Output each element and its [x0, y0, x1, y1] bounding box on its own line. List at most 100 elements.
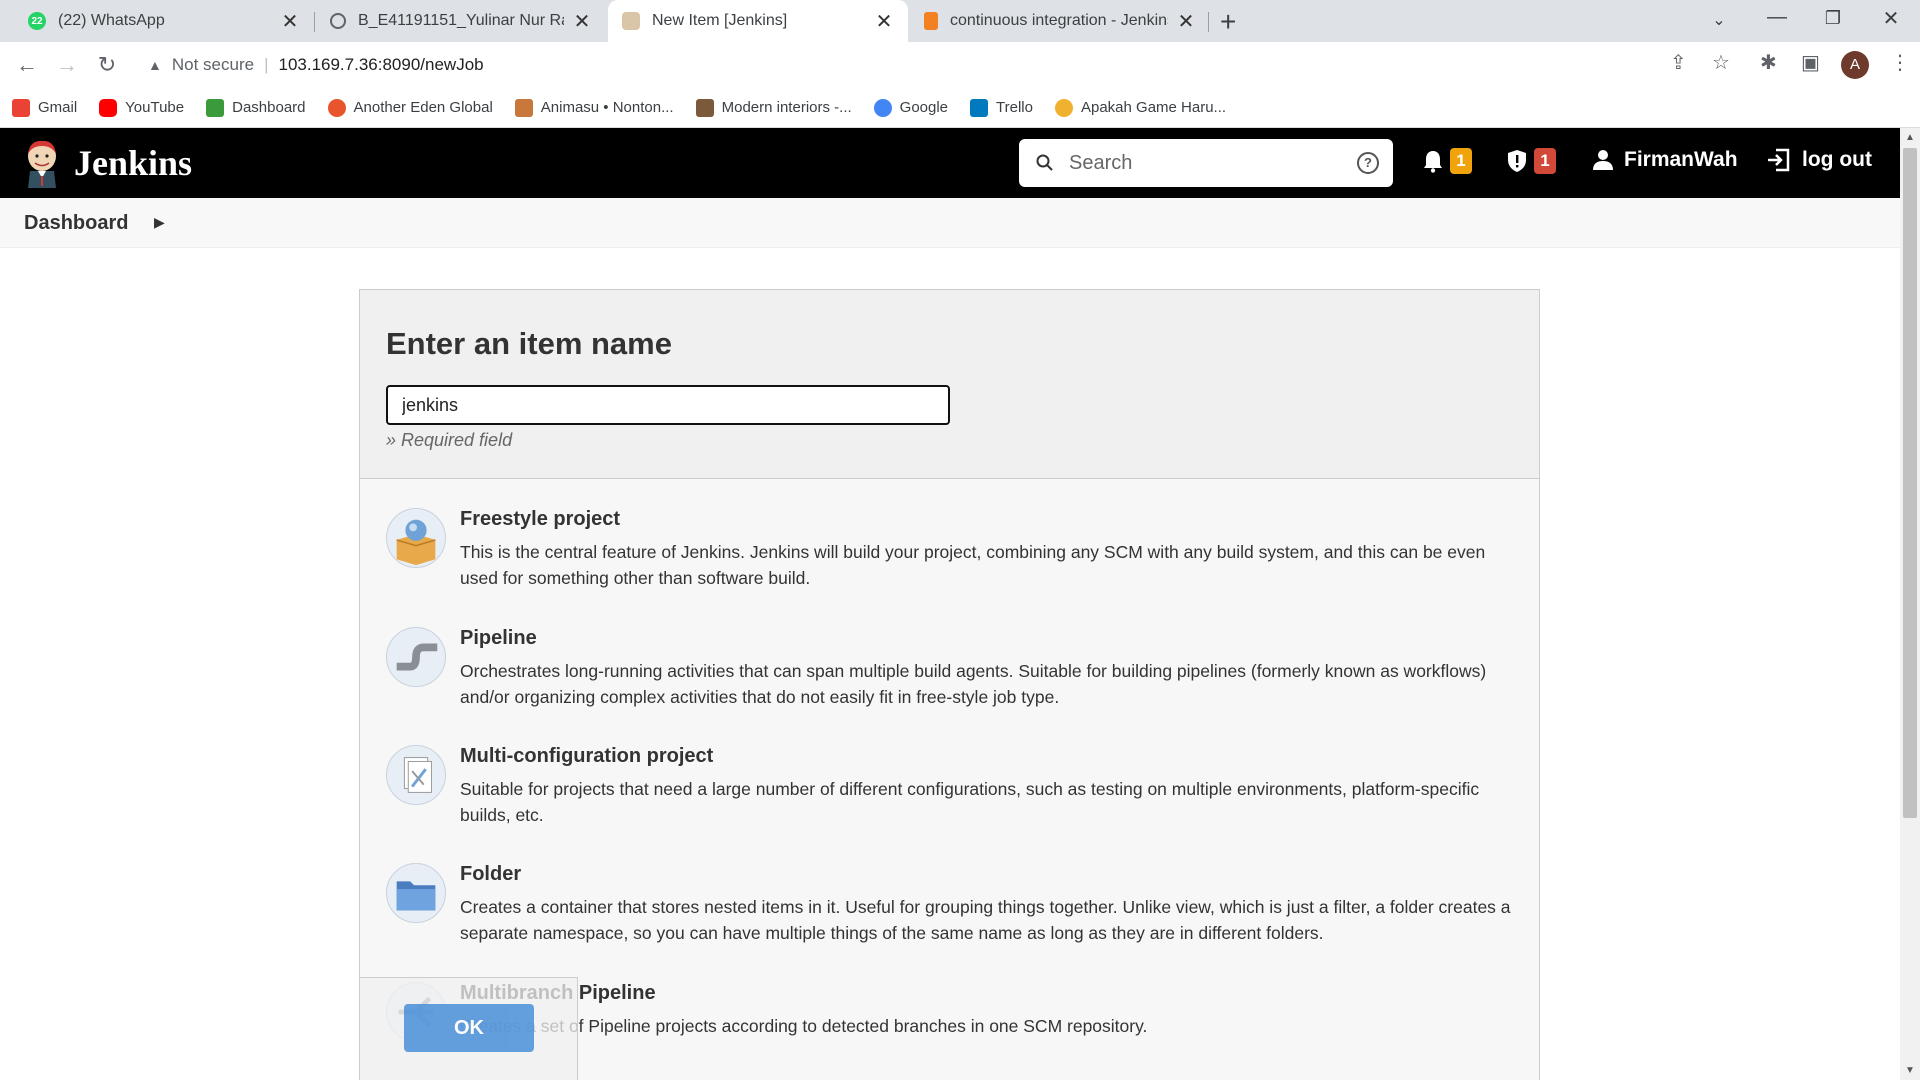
youtube-icon: [99, 98, 118, 117]
profile-avatar[interactable]: A: [1841, 51, 1869, 79]
logout-label: log out: [1802, 148, 1872, 171]
pipeline-icon: [386, 627, 446, 687]
bookmark-trello[interactable]: Trello: [970, 98, 1033, 117]
tab-title: B_E41191151_Yulinar Nur Rahma: [358, 12, 564, 29]
reload-icon[interactable]: ↻: [90, 48, 124, 82]
tab-new-item-jenkins[interactable]: New Item [Jenkins] ✕: [608, 0, 908, 42]
user-menu[interactable]: FirmanWah: [1592, 148, 1738, 172]
bell-icon: [1424, 151, 1442, 173]
item-type-description: Creates a container that stores nested i…: [460, 897, 1511, 943]
tab-title: (22) WhatsApp: [58, 12, 165, 29]
forward-icon[interactable]: →: [50, 48, 84, 82]
breadcrumb-chevron-icon[interactable]: ▶: [154, 214, 165, 231]
address-bar[interactable]: ▲ Not secure | 103.169.7.36:8090/newJob: [138, 47, 1698, 83]
ok-button-container: OK: [359, 977, 578, 1080]
gmail-icon: [12, 98, 30, 117]
divider: |: [264, 55, 269, 74]
bookmark-label: Apakah Game Haru...: [1080, 99, 1227, 116]
side-panel-icon[interactable]: ▣: [1801, 50, 1820, 75]
scroll-up-arrow-icon[interactable]: ▲: [1905, 132, 1915, 143]
extensions-icon[interactable]: ✱: [1760, 50, 1777, 75]
warning-icon[interactable]: ▲: [148, 57, 162, 73]
scroll-down-arrow-icon[interactable]: ▼: [1905, 1065, 1915, 1076]
tab-document[interactable]: B_E41191151_Yulinar Nur Rahma ✕: [316, 0, 606, 42]
security-badge: 1: [1534, 148, 1556, 174]
item-name-section: Enter an item name » Required field: [360, 290, 1539, 479]
bookmark-star-icon[interactable]: ☆: [1712, 50, 1730, 75]
close-window-icon[interactable]: ✕: [1876, 6, 1906, 31]
item-type-name: Freestyle project: [460, 508, 621, 530]
bookmarks-bar: Gmail YouTube Dashboard Another Eden Glo…: [0, 88, 1920, 128]
close-tab-icon[interactable]: ✕: [280, 9, 300, 34]
item-type-description: This is the central feature of Jenkins. …: [460, 542, 1486, 588]
browser-toolbar: ← → ↻ ▲ Not secure | 103.169.7.36:8090/n…: [0, 42, 1920, 88]
stackoverflow-icon: [924, 12, 938, 30]
freestyle-project-icon: [386, 508, 446, 568]
user-icon: [1593, 150, 1613, 170]
new-item-form: Enter an item name » Required field Free…: [359, 289, 1540, 1080]
jenkins-logo-icon[interactable]: [22, 138, 62, 188]
back-icon[interactable]: ←: [10, 48, 44, 82]
bookmark-label: Google: [899, 99, 949, 116]
breadcrumb-dashboard[interactable]: Dashboard: [24, 212, 128, 235]
close-tab-icon[interactable]: ✕: [874, 9, 894, 34]
close-tab-icon[interactable]: ✕: [572, 9, 592, 34]
bookmark-label: Animasu • Nonton...: [540, 99, 674, 116]
trello-icon: [970, 98, 989, 117]
logout-icon: [1768, 148, 1790, 172]
tab-title: continuous integration - Jenkins: [950, 12, 1168, 29]
security-button[interactable]: 1: [1506, 148, 1556, 174]
tab-search-icon[interactable]: ⌄: [1704, 10, 1734, 30]
item-name-input[interactable]: [386, 385, 950, 425]
search-box[interactable]: ?: [1019, 139, 1393, 187]
menu-kebab-icon[interactable]: ⋮: [1890, 50, 1910, 75]
bookmark-youtube[interactable]: YouTube: [99, 98, 185, 117]
bookmark-label: Modern interiors -...: [721, 99, 852, 116]
required-field-note: » Required field: [386, 430, 513, 450]
folder-icon: [386, 863, 446, 923]
bookmark-modern-interiors[interactable]: Modern interiors -...: [695, 98, 852, 117]
shield-icon: [1508, 150, 1526, 172]
share-icon[interactable]: ⇪: [1670, 50, 1687, 75]
notifications-button[interactable]: 1: [1422, 148, 1472, 174]
bookmark-gmail[interactable]: Gmail: [12, 98, 78, 117]
item-type-description: Suitable for projects that need a large …: [460, 779, 1480, 825]
browser-tab-strip: 22 (22) WhatsApp ✕ B_E41191151_Yulinar N…: [0, 0, 1920, 42]
bookmark-label: Gmail: [38, 99, 78, 116]
help-icon[interactable]: ?: [1357, 152, 1379, 174]
bookmark-another-eden[interactable]: Another Eden Global: [327, 98, 493, 117]
logout-button[interactable]: log out: [1766, 148, 1872, 172]
item-name-heading: Enter an item name: [386, 326, 672, 361]
bookmark-google[interactable]: Google: [873, 98, 949, 117]
breadcrumb: Dashboard ▶: [0, 198, 1900, 248]
tab-separator: [1208, 12, 1209, 32]
jenkins-title[interactable]: Jenkins: [74, 142, 192, 184]
bookmark-game[interactable]: Apakah Game Haru...: [1054, 98, 1227, 117]
multi-configuration-icon: [386, 745, 446, 805]
bookmark-label: Another Eden Global: [353, 99, 493, 116]
bookmark-animasu[interactable]: Animasu • Nonton...: [514, 98, 674, 117]
close-tab-icon[interactable]: ✕: [1176, 9, 1196, 34]
bookmark-dashboard[interactable]: Dashboard: [206, 98, 306, 117]
minimize-icon[interactable]: —: [1762, 6, 1792, 29]
whatsapp-icon: 22: [28, 12, 46, 30]
restore-icon[interactable]: ❐: [1818, 8, 1848, 29]
tab-stackoverflow[interactable]: continuous integration - Jenkins ✕: [910, 0, 1210, 42]
dashboard-icon: [206, 98, 225, 117]
bookmark-label: YouTube: [125, 99, 185, 116]
item-type-name: Folder: [460, 863, 522, 885]
username: FirmanWah: [1624, 148, 1738, 171]
search-input[interactable]: [1069, 151, 1349, 175]
page-scrollbar[interactable]: ▲ ▼: [1900, 128, 1920, 1080]
security-status[interactable]: Not secure: [172, 55, 254, 75]
modern-interiors-icon: [695, 98, 714, 117]
search-icon: [1036, 154, 1053, 171]
item-type-name: Multi-configuration project: [460, 745, 714, 767]
ok-button[interactable]: OK: [404, 1004, 534, 1052]
tab-whatsapp[interactable]: 22 (22) WhatsApp ✕: [14, 0, 314, 42]
item-type-description: Orchestrates long-running activities tha…: [460, 661, 1487, 707]
tab-separator: [314, 12, 315, 32]
new-tab-button[interactable]: +: [1220, 6, 1236, 38]
scrollbar-thumb[interactable]: [1903, 148, 1917, 818]
url-text[interactable]: 103.169.7.36:8090/newJob: [278, 55, 483, 75]
